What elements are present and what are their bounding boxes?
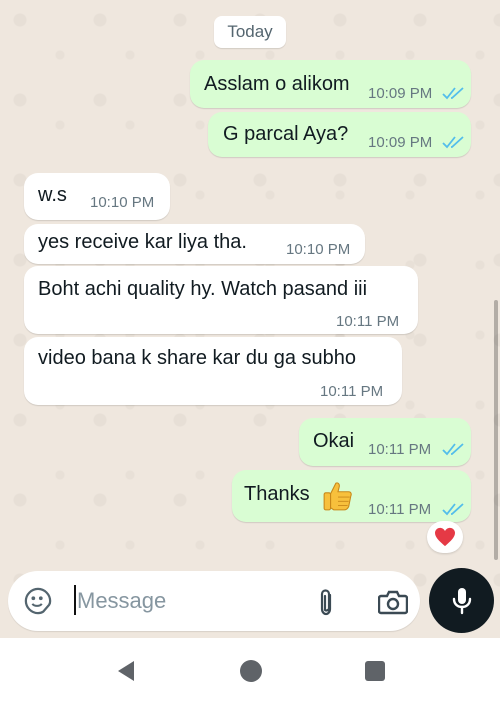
message-text: Okai xyxy=(313,430,355,452)
message-text: Asslam o alikom xyxy=(204,73,350,95)
red-heart-icon xyxy=(435,527,455,547)
mic-button[interactable] xyxy=(429,568,494,633)
read-ticks-icon xyxy=(442,443,464,456)
message-time: 10:11 PM xyxy=(336,313,400,330)
message-text: video bana k share kar du ga subho xyxy=(38,347,356,369)
message-input[interactable]: Message xyxy=(77,588,166,614)
message-bubble-outgoing[interactable]: Asslam o alikom 10:09 PM xyxy=(190,60,471,108)
read-ticks-icon xyxy=(442,503,464,516)
message-bubble-outgoing[interactable]: Okai 10:11 PM xyxy=(299,418,471,466)
message-time: 10:11 PM xyxy=(368,441,432,458)
thumbs-up-icon xyxy=(323,482,352,511)
message-time: 10:11 PM xyxy=(368,501,432,518)
message-time: 10:09 PM xyxy=(368,85,433,102)
scrollbar[interactable] xyxy=(494,300,498,560)
message-bubble-outgoing[interactable]: Thanks 10:11 PM xyxy=(232,470,471,522)
text-cursor xyxy=(74,585,76,615)
message-text: Thanks xyxy=(244,483,310,505)
attach-icon[interactable] xyxy=(316,587,336,617)
message-time: 10:10 PM xyxy=(286,241,351,258)
sticker-icon[interactable] xyxy=(24,587,52,615)
back-icon[interactable] xyxy=(116,660,136,682)
mic-icon xyxy=(452,587,471,614)
message-text: w.s xyxy=(38,184,67,206)
message-bubble-incoming[interactable]: yes receive kar liya tha. 10:10 PM xyxy=(24,224,365,264)
message-time: 10:09 PM xyxy=(368,134,433,151)
heart-reaction[interactable] xyxy=(427,521,463,553)
read-ticks-icon xyxy=(442,87,464,100)
read-ticks-icon xyxy=(442,136,464,149)
date-divider: Today xyxy=(214,16,286,48)
message-text: G parcal Aya? xyxy=(223,123,349,145)
message-bubble-outgoing[interactable]: G parcal Aya? 10:09 PM xyxy=(208,112,471,157)
message-time: 10:11 PM xyxy=(320,383,384,400)
message-time: 10:10 PM xyxy=(90,194,155,211)
message-bubble-incoming[interactable]: Boht achi quality hy. Watch pasand iii 1… xyxy=(24,266,418,334)
message-text: Boht achi quality hy. Watch pasand iii xyxy=(38,278,368,300)
message-text: yes receive kar liya tha. xyxy=(38,231,247,253)
home-icon[interactable] xyxy=(239,659,263,683)
message-bubble-incoming[interactable]: w.s 10:10 PM xyxy=(24,173,170,220)
system-navigation-bar xyxy=(0,638,500,706)
recents-icon[interactable] xyxy=(364,660,386,682)
message-bubble-incoming[interactable]: video bana k share kar du ga subho 10:11… xyxy=(24,337,402,405)
message-composer[interactable]: Message xyxy=(8,571,420,631)
camera-icon[interactable] xyxy=(378,589,408,615)
